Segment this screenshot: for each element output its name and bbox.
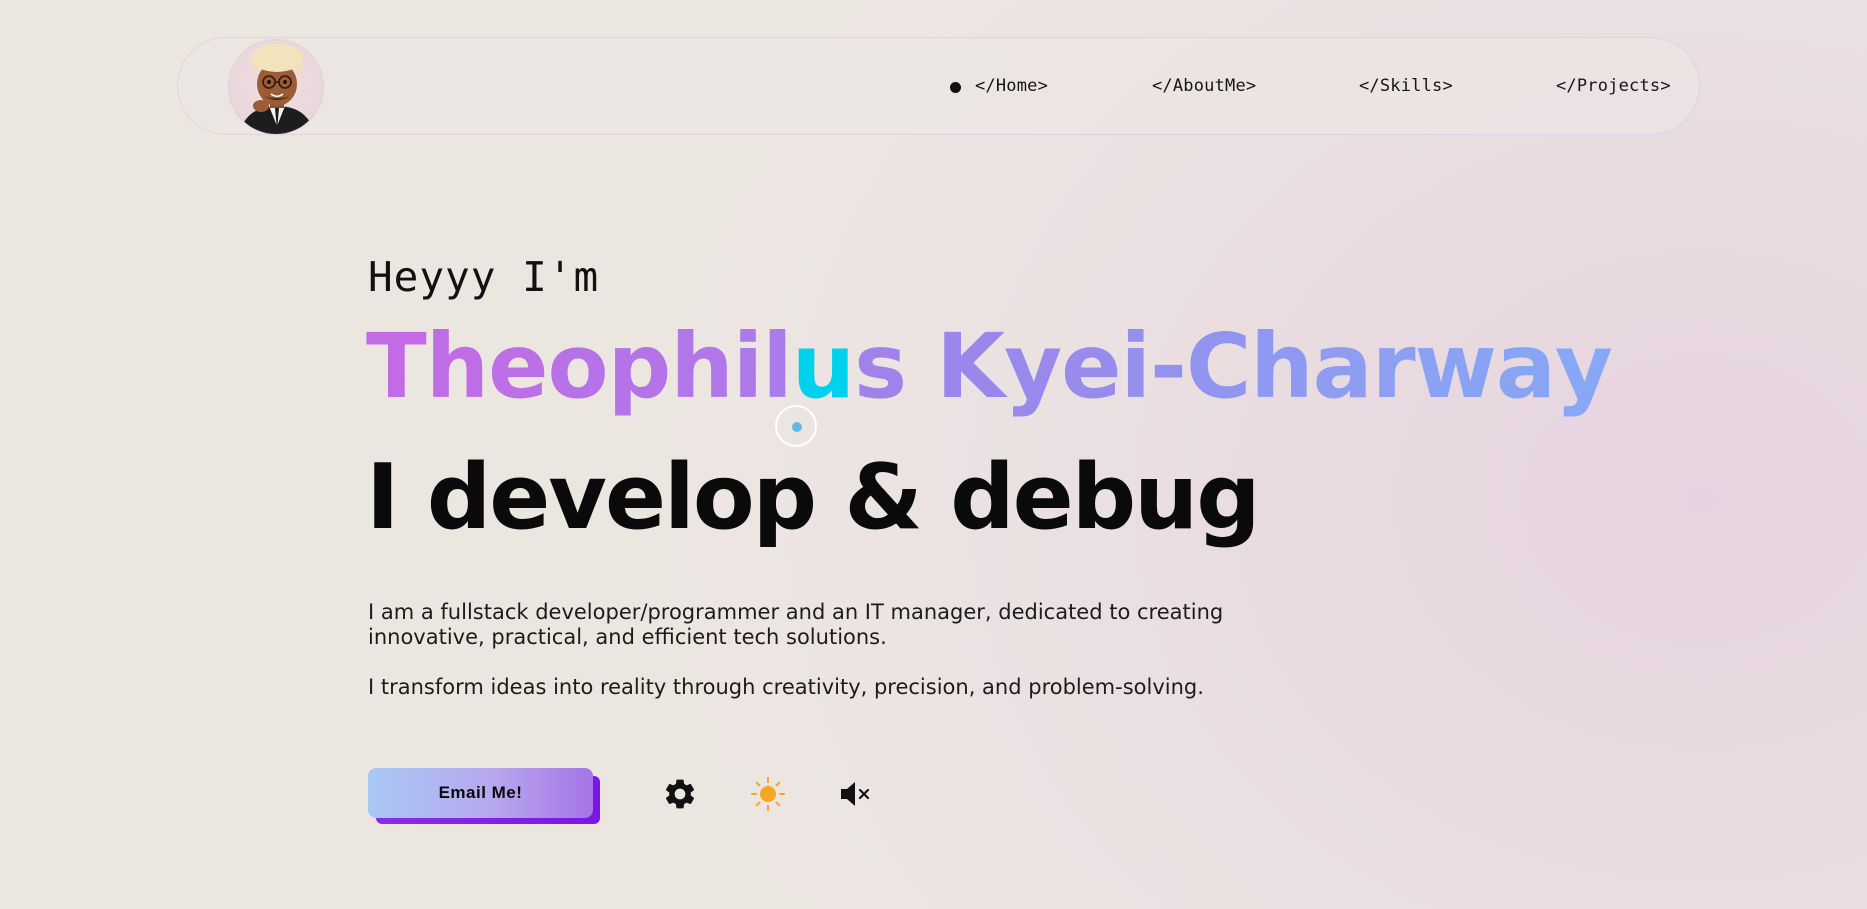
hero-name-char: K	[936, 314, 1005, 418]
hero-name-char: o	[547, 314, 608, 418]
hero-name-char: e	[488, 314, 548, 418]
hero-name-char: y	[1554, 314, 1613, 418]
hero-name-char: y	[1004, 314, 1062, 418]
hero-name-char: C	[1185, 314, 1251, 418]
mission-paragraph: I transform ideas into reality through c…	[368, 675, 1204, 699]
hero-name-char: r	[1371, 314, 1416, 418]
active-indicator-dot	[950, 82, 961, 93]
hero-name-char: w	[1414, 314, 1497, 418]
greeting-text: Heyyy I'm	[368, 253, 600, 301]
hero-name: Theophilus Kyei-Charway	[366, 314, 1613, 418]
hero-name-char: h	[1250, 314, 1313, 418]
hero-name-char: s	[854, 314, 907, 418]
navbar: </Home> </AboutMe> </Skills> </Projects>	[177, 37, 1700, 135]
hero-name-char: e	[1061, 314, 1121, 418]
nav-links: </Home> </AboutMe> </Skills> </Projects>	[178, 38, 1699, 134]
hero-name-char	[906, 318, 936, 416]
nav-link-home[interactable]: </Home>	[975, 76, 1048, 96]
intro-paragraph: I am a fullstack developer/programmer an…	[368, 600, 1224, 649]
hero-name-char: h	[670, 314, 733, 418]
nav-link-projects[interactable]: </Projects>	[1556, 76, 1671, 96]
hero-name-char: u	[791, 314, 855, 418]
email-me-button[interactable]: Email Me!	[368, 768, 593, 818]
hero-name-char: h	[425, 314, 489, 418]
email-button-wrapper: Email Me!	[368, 768, 600, 824]
hero-name-char: i	[732, 314, 763, 418]
hero-name-char: T	[366, 314, 427, 418]
speaker-muted-icon[interactable]	[837, 776, 873, 812]
hero-name-char: l	[762, 314, 792, 418]
custom-cursor-dot	[792, 422, 802, 432]
hero-name-char: a	[1495, 314, 1556, 418]
sun-icon[interactable]	[750, 776, 786, 812]
gear-icon[interactable]	[662, 776, 698, 812]
hero-name-char: a	[1312, 314, 1373, 418]
nav-link-skills[interactable]: </Skills>	[1359, 76, 1453, 96]
nav-link-aboutme[interactable]: </AboutMe>	[1152, 76, 1256, 96]
hero-tagline: I develop & debug	[366, 445, 1261, 550]
hero-name-char: p	[607, 314, 672, 418]
hero-name-char: i	[1120, 314, 1150, 418]
hero-name-char: -	[1149, 314, 1187, 418]
